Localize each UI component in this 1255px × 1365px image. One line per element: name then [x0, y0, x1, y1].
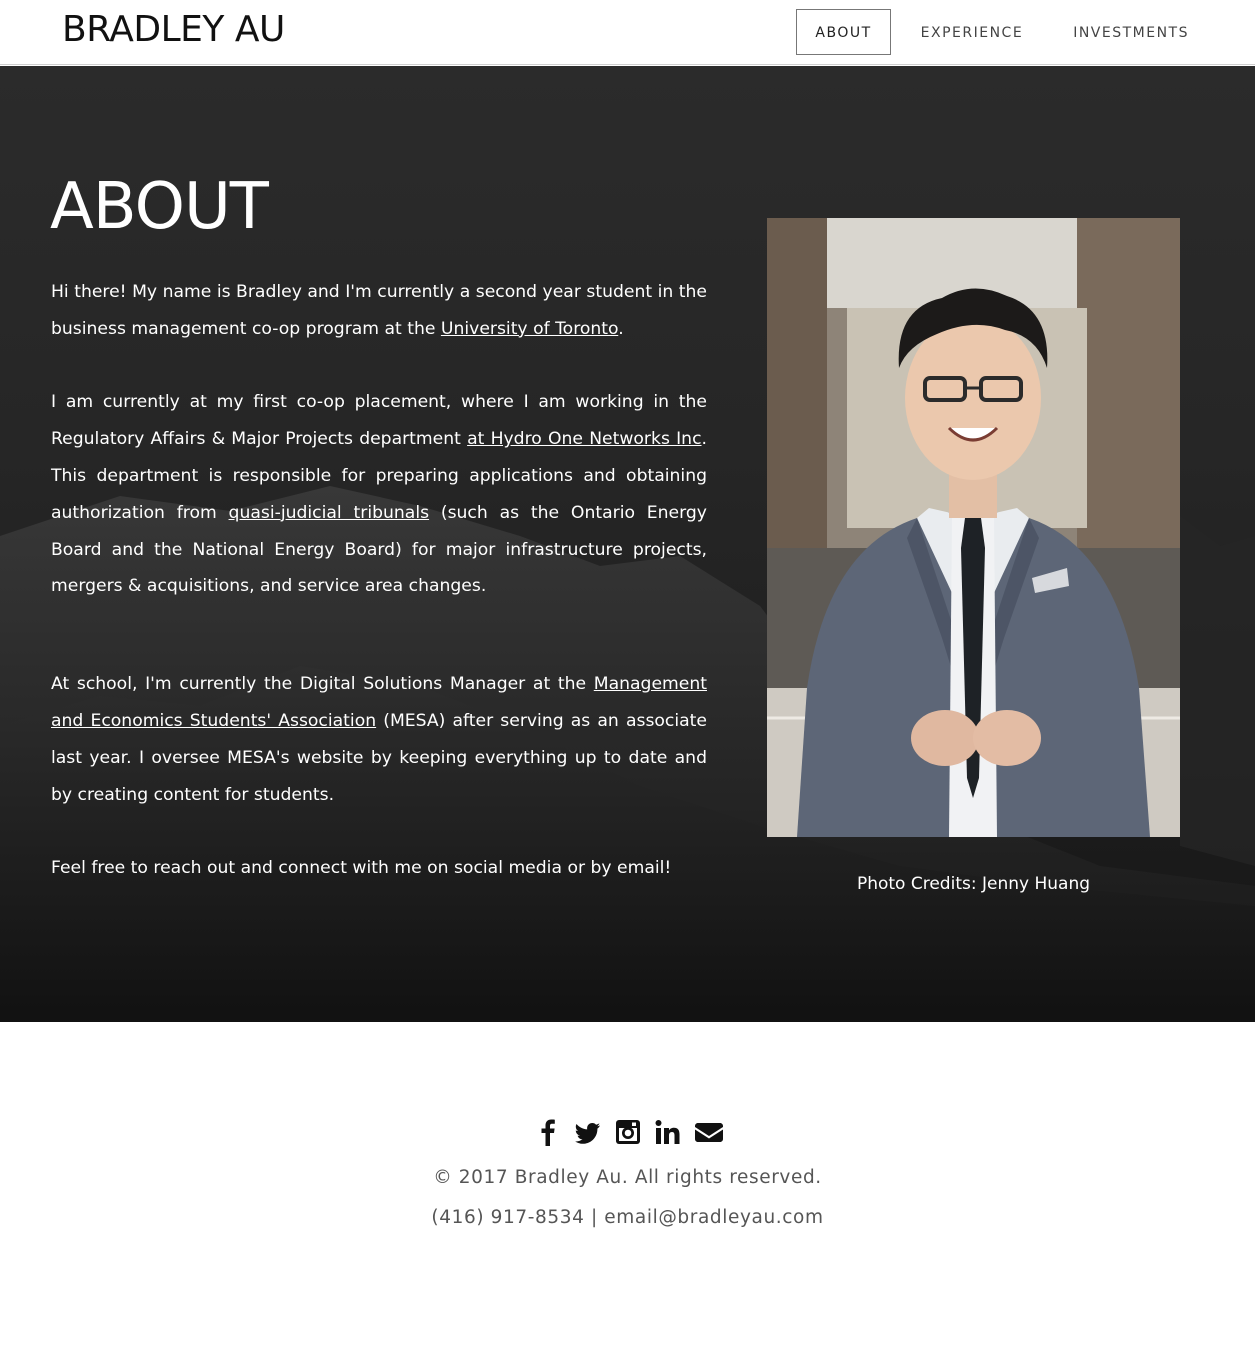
contact-separator: |	[584, 1207, 605, 1228]
school-paragraph: At school, I'm currently the Digital Sol…	[51, 674, 707, 805]
photo-credit: Photo Credits: Jenny Huang	[856, 874, 1091, 894]
email-icon[interactable]	[694, 1118, 723, 1146]
coop-paragraph: I am currently at my first co-op placeme…	[51, 392, 707, 597]
profile-photo	[767, 218, 1180, 837]
university-link[interactable]: University of Toronto	[441, 319, 618, 339]
nav-item-experience[interactable]: EXPERIENCE	[901, 9, 1044, 55]
contact-line: (416) 917-8534 | email@bradleyau.com	[0, 1207, 1255, 1228]
instagram-icon[interactable]	[615, 1118, 641, 1146]
phone-link[interactable]: (416) 917-8534	[431, 1207, 584, 1228]
linkedin-icon[interactable]	[655, 1118, 681, 1146]
copyright-text: © 2017 Bradley Au. All rights reserved.	[433, 1167, 822, 1188]
intro-paragraph: Hi there! My name is Bradley and I'm cur…	[51, 282, 707, 339]
nav-item-investments[interactable]: INVESTMENTS	[1053, 9, 1209, 55]
site-logo[interactable]: BRADLEY AU	[62, 9, 285, 50]
about-section: ABOUT Hi there! My name is Bradley and I…	[0, 66, 1255, 1022]
contact-paragraph: Feel free to reach out and connect with …	[51, 858, 672, 879]
about-heading: ABOUT	[50, 170, 269, 244]
main-nav: ABOUT EXPERIENCE INVESTMENTS	[786, 9, 1209, 55]
facebook-icon[interactable]	[535, 1118, 561, 1146]
site-header: BRADLEY AU ABOUT EXPERIENCE INVESTMENTS	[0, 0, 1255, 65]
twitter-icon[interactable]	[574, 1118, 601, 1146]
email-link[interactable]: email@bradleyau.com	[604, 1207, 823, 1228]
about-body: Hi there! My name is Bradley and I'm cur…	[51, 274, 707, 924]
tribunals-link[interactable]: quasi-judicial tribunals	[229, 503, 430, 523]
social-links	[0, 1118, 1255, 1146]
site-footer: © 2017 Bradley Au. All rights reserved. …	[0, 1022, 1255, 1365]
nav-item-about[interactable]: ABOUT	[796, 9, 891, 55]
hydro-one-link[interactable]: at Hydro One Networks Inc	[467, 429, 701, 449]
